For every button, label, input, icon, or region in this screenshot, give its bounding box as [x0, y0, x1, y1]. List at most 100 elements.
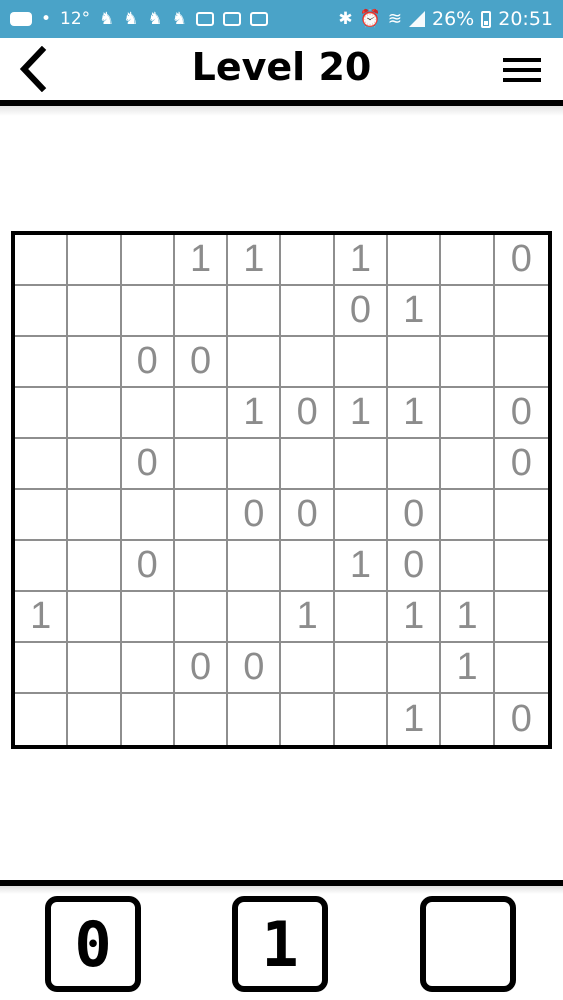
- board-cell[interactable]: [494, 337, 548, 388]
- board-cell[interactable]: [334, 439, 389, 490]
- board-cell[interactable]: 1: [15, 592, 69, 643]
- board-cell[interactable]: 1: [334, 235, 389, 286]
- board-cell[interactable]: 1: [228, 235, 282, 286]
- board-cell[interactable]: [228, 286, 282, 337]
- board-cell[interactable]: [68, 643, 122, 694]
- board-cell[interactable]: 1: [174, 235, 229, 286]
- board-cell[interactable]: [175, 694, 229, 745]
- board-cell[interactable]: [68, 490, 122, 541]
- board-cell[interactable]: [68, 439, 122, 490]
- board-cell[interactable]: [121, 286, 175, 337]
- board-cell[interactable]: [121, 235, 175, 286]
- board-cell[interactable]: 0: [121, 337, 175, 388]
- board-cell[interactable]: [15, 643, 69, 694]
- board-cell[interactable]: [174, 388, 229, 439]
- board-cell[interactable]: 0: [494, 439, 548, 490]
- board-cell[interactable]: 1: [334, 388, 389, 439]
- board-cell[interactable]: [388, 337, 442, 388]
- key-one-button[interactable]: 1: [232, 896, 328, 992]
- board-cell[interactable]: [441, 235, 495, 286]
- key-clear-button[interactable]: [420, 896, 516, 992]
- board-cell[interactable]: [122, 694, 175, 745]
- board-cell[interactable]: [281, 439, 335, 490]
- board-cell[interactable]: [68, 541, 122, 592]
- board-cell[interactable]: [15, 694, 69, 745]
- board-cell[interactable]: [441, 490, 495, 541]
- board-cell[interactable]: [228, 694, 282, 745]
- board-cell[interactable]: [335, 694, 389, 745]
- board-cell[interactable]: [281, 337, 335, 388]
- board-cell[interactable]: [15, 286, 69, 337]
- board-cell[interactable]: [334, 337, 389, 388]
- board-cell[interactable]: [494, 643, 548, 694]
- board-cell[interactable]: [441, 286, 495, 337]
- board-cell[interactable]: 0: [388, 490, 442, 541]
- board-cell[interactable]: [441, 541, 495, 592]
- menu-button[interactable]: [503, 50, 549, 90]
- board-cell[interactable]: [281, 694, 335, 745]
- board-cell[interactable]: [494, 541, 548, 592]
- board-cell[interactable]: [494, 490, 548, 541]
- board-cell[interactable]: [15, 235, 69, 286]
- board-cell[interactable]: [388, 235, 442, 286]
- board-cell[interactable]: 0: [174, 643, 229, 694]
- key-zero-button[interactable]: 0: [45, 896, 141, 992]
- board-cell[interactable]: [174, 490, 229, 541]
- board-cell[interactable]: [68, 235, 122, 286]
- board-cell[interactable]: 0: [281, 490, 335, 541]
- board-cell[interactable]: [494, 592, 548, 643]
- board-cell[interactable]: [334, 490, 389, 541]
- board-cell[interactable]: [174, 541, 229, 592]
- board-cell[interactable]: 0: [121, 439, 175, 490]
- board-cell[interactable]: 1: [281, 592, 335, 643]
- board-cell[interactable]: 0: [334, 286, 389, 337]
- board-cell[interactable]: 1: [388, 592, 442, 643]
- board-cell[interactable]: [228, 541, 282, 592]
- board-cell[interactable]: 0: [281, 388, 335, 439]
- board-cell[interactable]: [68, 592, 122, 643]
- board-cell[interactable]: [441, 694, 495, 745]
- board-cell[interactable]: [441, 439, 495, 490]
- board-cell[interactable]: [334, 592, 389, 643]
- board-cell[interactable]: [15, 490, 69, 541]
- board-cell[interactable]: 1: [388, 388, 442, 439]
- board-cell[interactable]: 1: [441, 592, 495, 643]
- board-cell[interactable]: 1: [441, 643, 495, 694]
- board-cell[interactable]: [174, 286, 229, 337]
- board-cell[interactable]: [281, 235, 335, 286]
- board-cell[interactable]: [281, 643, 335, 694]
- board-cell[interactable]: 1: [388, 286, 442, 337]
- board-cell[interactable]: [121, 592, 175, 643]
- board-cell[interactable]: [68, 388, 122, 439]
- board-cell[interactable]: [121, 490, 175, 541]
- board-cell[interactable]: [121, 643, 175, 694]
- board-cell[interactable]: 0: [494, 235, 548, 286]
- board-cell[interactable]: 0: [121, 541, 175, 592]
- board-cell[interactable]: 0: [495, 694, 548, 745]
- board-cell[interactable]: [228, 592, 282, 643]
- board-cell[interactable]: [334, 643, 389, 694]
- board-cell[interactable]: 0: [228, 643, 282, 694]
- board-cell[interactable]: [441, 337, 495, 388]
- board-cell[interactable]: [281, 541, 335, 592]
- board-cell[interactable]: [68, 694, 122, 745]
- board-cell[interactable]: [174, 439, 229, 490]
- board-cell[interactable]: 0: [174, 337, 229, 388]
- board-cell[interactable]: [15, 439, 69, 490]
- board-cell[interactable]: [15, 388, 69, 439]
- board-cell[interactable]: [441, 388, 495, 439]
- board-cell[interactable]: [68, 337, 122, 388]
- board-cell[interactable]: 1: [388, 694, 442, 745]
- board-cell[interactable]: [494, 286, 548, 337]
- board-cell[interactable]: [15, 337, 69, 388]
- board-cell[interactable]: 0: [388, 541, 442, 592]
- board-cell[interactable]: [281, 286, 335, 337]
- board-cell[interactable]: [228, 337, 282, 388]
- board-cell[interactable]: 0: [228, 490, 282, 541]
- board-cell[interactable]: [68, 286, 122, 337]
- board-cell[interactable]: 0: [494, 388, 548, 439]
- board-cell[interactable]: 1: [228, 388, 282, 439]
- board-cell[interactable]: [388, 439, 442, 490]
- board-cell[interactable]: [174, 592, 229, 643]
- board-cell[interactable]: [15, 541, 69, 592]
